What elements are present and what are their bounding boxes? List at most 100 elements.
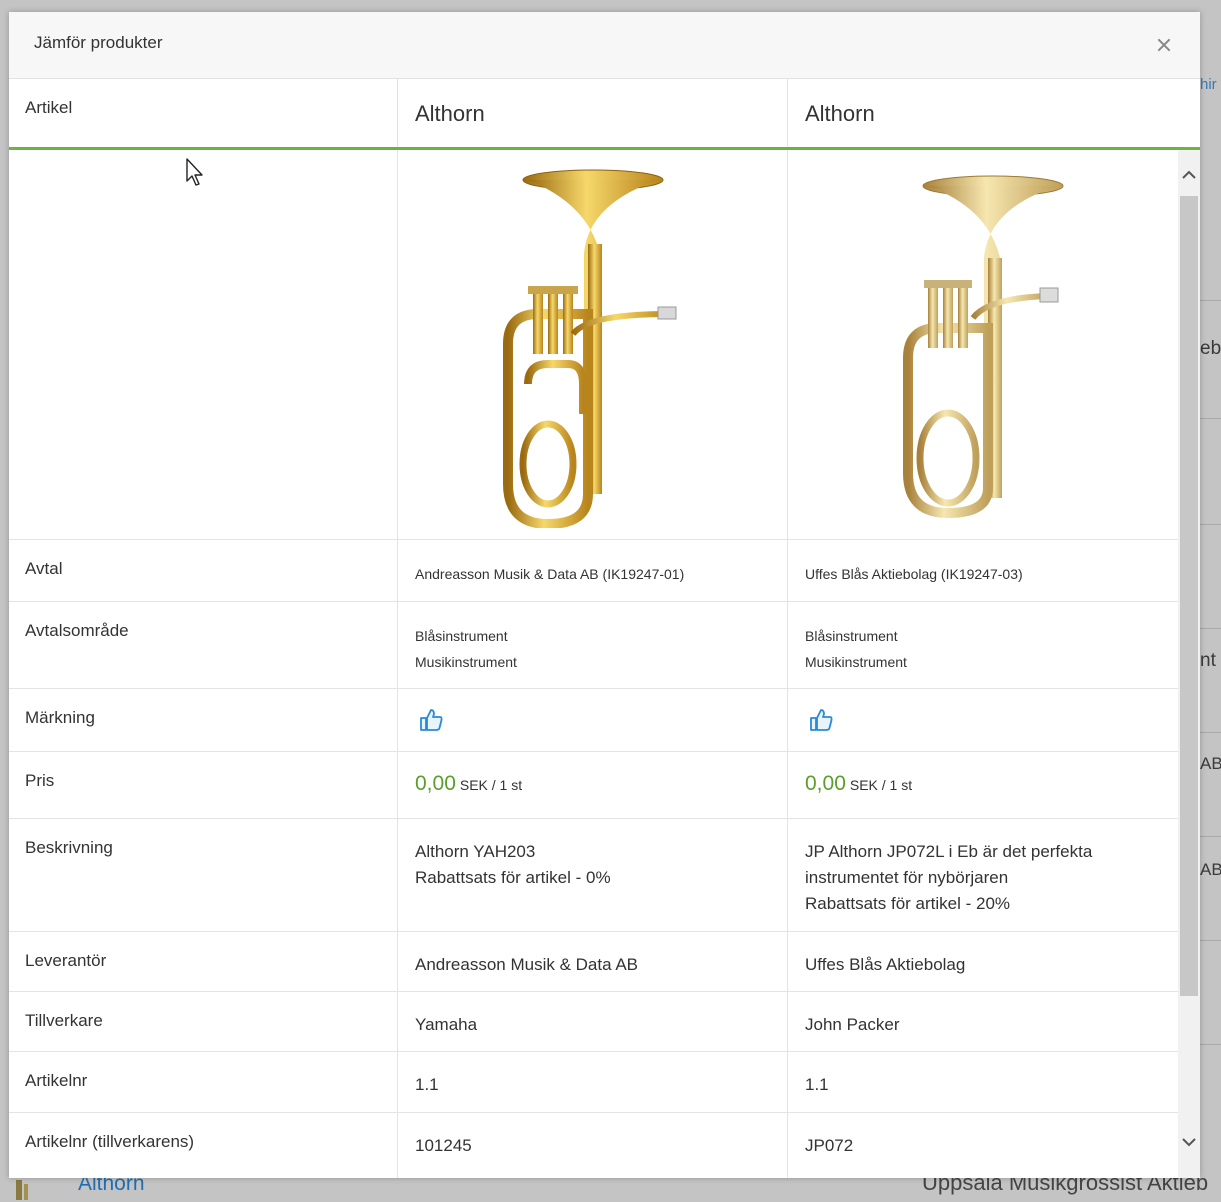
row-label-cell: Beskrivning — [9, 819, 398, 931]
row-label-cell: Pris — [9, 752, 398, 818]
article-number-value: 1.1 — [415, 1075, 439, 1094]
row-label: Avtal — [25, 559, 63, 578]
description-line: instrumentet för nybörjaren — [805, 868, 1009, 887]
value-cell: Althorn YAH203 Rabattsats för artikel - … — [398, 819, 788, 931]
row-artikelnr-tillverkare: Artikelnr (tillverkarens) 101245 JP072 — [9, 1113, 1178, 1178]
althorn-image[interactable] — [888, 168, 1088, 518]
agreement-value: Uffes Blås Aktiebolag (IK19247-03) — [805, 566, 1023, 582]
value-cell — [788, 689, 1178, 751]
value-cell: 1.1 — [398, 1052, 788, 1112]
manufacturer-value: John Packer — [805, 1015, 900, 1034]
price-amount: 0,00 — [805, 772, 846, 795]
manufacturer-value: Yamaha — [415, 1015, 478, 1034]
background-divider — [1200, 418, 1221, 419]
row-label: Avtalsområde — [25, 621, 129, 640]
description: JP Althorn JP072L i Eb är det perfekta i… — [805, 839, 1092, 917]
description-line: Althorn YAH203 — [415, 842, 536, 861]
value-cell: JP Althorn JP072L i Eb är det perfekta i… — [788, 819, 1178, 931]
chevron-up-icon[interactable] — [1181, 168, 1197, 182]
price-unit: SEK / 1 st — [459, 777, 523, 793]
modal-title: Jämför produkter — [34, 33, 163, 52]
row-markning: Märkning — [9, 689, 1178, 752]
area-value: Musikinstrument — [805, 654, 907, 670]
row-artikelnr: Artikelnr 1.1 1.1 — [9, 1052, 1178, 1113]
description-line: Rabattsats för artikel - 0% — [415, 868, 611, 887]
background-fragment: AB — [1200, 860, 1221, 879]
scrollbar-thumb[interactable] — [1180, 196, 1198, 996]
value-cell: John Packer — [788, 992, 1178, 1051]
row-label: Artikelnr — [25, 1071, 88, 1090]
area-values: Blåsinstrument Musikinstrument — [805, 623, 907, 675]
background-divider — [1200, 1044, 1221, 1045]
manufacturer-article-number-value: 101245 — [415, 1136, 472, 1155]
background-fragment: AB — [1200, 754, 1221, 773]
header-product-cell: Althorn — [788, 79, 1200, 147]
price: 0,00 SEK / 1 st — [415, 772, 522, 796]
vertical-scrollbar[interactable] — [1178, 150, 1200, 1178]
row-avtal: Avtal Andreasson Musik & Data AB (IK1924… — [9, 540, 1178, 602]
value-cell: Uffes Blås Aktiebolag — [788, 932, 1178, 991]
row-label-cell: Artikelnr (tillverkarens) — [9, 1113, 398, 1178]
row-label-cell: Artikelnr — [9, 1052, 398, 1112]
row-label-cell: Märkning — [9, 689, 398, 751]
article-number-value: 1.1 — [805, 1075, 829, 1094]
row-leverantor: Leverantör Andreasson Musik & Data AB Uf… — [9, 932, 1178, 992]
value-cell: Blåsinstrument Musikinstrument — [398, 602, 788, 688]
description-line: Rabattsats för artikel - 20% — [805, 894, 1011, 913]
header-label-cell: Artikel — [9, 79, 398, 147]
compare-table-header: Artikel Althorn Althorn — [9, 79, 1200, 150]
background-fragment: nt — [1200, 650, 1216, 671]
row-beskrivning: Beskrivning Althorn YAH203 Rabattsats fö… — [9, 819, 1178, 932]
area-value: Blåsinstrument — [415, 628, 508, 644]
value-cell: Blåsinstrument Musikinstrument — [788, 602, 1178, 688]
background-fragment: hir — [1200, 76, 1217, 93]
price-amount: 0,00 — [415, 772, 456, 795]
row-label-cell: Tillverkare — [9, 992, 398, 1051]
value-cell: Andreasson Musik & Data AB — [398, 932, 788, 991]
row-label: Tillverkare — [25, 1011, 103, 1030]
value-cell: Uffes Blås Aktiebolag (IK19247-03) — [788, 540, 1178, 601]
row-pris: Pris 0,00 SEK / 1 st 0,00 SEK / 1 st — [9, 752, 1178, 819]
supplier-value: Andreasson Musik & Data AB — [415, 955, 639, 974]
value-cell: JP072 — [788, 1113, 1178, 1178]
row-avtalsomrade: Avtalsområde Blåsinstrument Musikinstrum… — [9, 602, 1178, 689]
background-divider — [1200, 836, 1221, 837]
row-label: Leverantör — [25, 951, 107, 970]
row-tillverkare: Tillverkare Yamaha John Packer — [9, 992, 1178, 1052]
value-cell: 1.1 — [788, 1052, 1178, 1112]
althorn-image[interactable] — [488, 164, 688, 528]
value-cell: 101245 — [398, 1113, 788, 1178]
value-cell: Andreasson Musik & Data AB (IK19247-01) — [398, 540, 788, 601]
mouse-cursor-icon — [186, 158, 203, 186]
product-image-cell — [788, 150, 1178, 539]
value-cell — [398, 689, 788, 751]
modal-header: Jämför produkter — [9, 12, 1200, 79]
row-label: Pris — [25, 771, 55, 790]
image-row — [9, 150, 1178, 540]
chevron-down-icon[interactable] — [1181, 1135, 1197, 1149]
thumbs-up-icon[interactable] — [808, 707, 834, 733]
value-cell: 0,00 SEK / 1 st — [398, 752, 788, 818]
value-cell: 0,00 SEK / 1 st — [788, 752, 1178, 818]
row-label-cell — [9, 150, 398, 539]
description: Althorn YAH203 Rabattsats för artikel - … — [415, 839, 611, 891]
row-label: Artikelnr (tillverkarens) — [25, 1132, 195, 1151]
supplier-value: Uffes Blås Aktiebolag — [805, 955, 966, 974]
row-label: Beskrivning — [25, 838, 113, 857]
manufacturer-article-number-value: JP072 — [805, 1136, 854, 1155]
product-name[interactable]: Althorn — [415, 101, 485, 127]
product-name[interactable]: Althorn — [805, 101, 875, 127]
agreement-value: Andreasson Musik & Data AB (IK19247-01) — [415, 566, 685, 582]
thumbs-up-icon[interactable] — [418, 707, 444, 733]
price: 0,00 SEK / 1 st — [805, 772, 912, 796]
compare-table-body: Avtal Andreasson Musik & Data AB (IK1924… — [9, 150, 1178, 1178]
area-value: Blåsinstrument — [805, 628, 898, 644]
background-divider — [1200, 732, 1221, 733]
product-image-cell — [398, 150, 788, 539]
value-cell: Yamaha — [398, 992, 788, 1051]
background-divider — [1200, 524, 1221, 525]
price-unit: SEK / 1 st — [849, 777, 913, 793]
close-icon[interactable] — [1154, 35, 1174, 55]
area-values: Blåsinstrument Musikinstrument — [415, 623, 517, 675]
description-line: JP Althorn JP072L i Eb är det perfekta — [805, 842, 1093, 861]
